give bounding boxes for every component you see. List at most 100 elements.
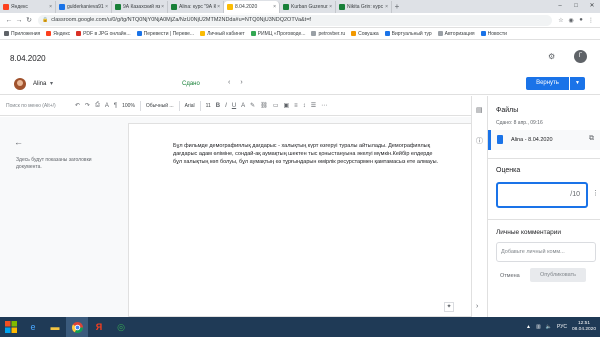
comment-icon[interactable]: ▭: [273, 102, 279, 109]
bookmark-label: Яндекс: [53, 30, 71, 37]
new-tab-button[interactable]: +: [392, 1, 402, 13]
back-icon[interactable]: ←: [4, 17, 14, 24]
files-rail-icon[interactable]: ▤: [476, 106, 483, 114]
font-select[interactable]: Arial: [185, 103, 195, 109]
attached-file[interactable]: Alina - 8.04.2020 ⧉: [488, 130, 600, 150]
menu-search-input[interactable]: Поиск по меню (Alt+/): [6, 103, 70, 109]
ie-icon[interactable]: e: [22, 317, 44, 337]
network-icon[interactable]: ▥: [536, 324, 541, 330]
undo-icon[interactable]: ↶: [75, 102, 80, 109]
browser-tab[interactable]: Alina: курс "9А Ка...×: [168, 1, 224, 13]
outline-back-icon[interactable]: ←: [14, 137, 23, 147]
bookmark-item[interactable]: Перевести | Переве...: [136, 31, 194, 37]
yandex-icon[interactable]: Я: [88, 317, 110, 337]
browser-tab[interactable]: Nikita Grin: курс ...×: [336, 1, 392, 13]
grade-more-icon[interactable]: ⋮: [592, 189, 599, 197]
tab-close-icon[interactable]: ×: [161, 4, 164, 10]
bookmark-item[interactable]: Приложения: [4, 31, 40, 37]
language-indicator[interactable]: РУС: [557, 324, 567, 330]
cancel-button[interactable]: Отмена: [500, 273, 520, 279]
expand-rail-icon[interactable]: ›: [476, 303, 478, 310]
info-rail-icon[interactable]: ⓘ: [476, 136, 483, 146]
url-text: classroom.google.com/u/0/g/tg/NTQ0NjY0Nj…: [51, 17, 311, 23]
extension-icon[interactable]: ◉: [566, 17, 576, 24]
browser-tab[interactable]: gulderkanieva91@...×: [56, 1, 112, 13]
style-select[interactable]: Обычный ...: [146, 103, 174, 109]
underline-icon[interactable]: U: [232, 103, 236, 109]
next-student-icon[interactable]: ›: [240, 79, 242, 86]
return-button[interactable]: Вернуть: [526, 77, 569, 90]
tab-close-icon[interactable]: ×: [273, 4, 276, 10]
taskbar: e ▬ Я ◎ ▲ ▥ 🔈 РУС 12:51 08.04.2020: [0, 317, 600, 337]
redo-icon[interactable]: ↷: [85, 102, 90, 109]
tab-close-icon[interactable]: ×: [329, 4, 332, 10]
url-input[interactable]: 🔒 classroom.google.com/u/0/g/tg/NTQ0NjY0…: [38, 14, 552, 26]
comment-input[interactable]: Добавьте личный комм...: [496, 242, 596, 262]
browser-tab[interactable]: Яндекс ×: [0, 1, 56, 13]
tray-arrow-icon[interactable]: ▲: [526, 324, 531, 330]
align-icon[interactable]: ≡: [294, 103, 298, 109]
bookmark-item[interactable]: РИМЦ «Проговоде...: [250, 31, 305, 37]
bookmark-item[interactable]: Совушка: [351, 31, 379, 37]
italic-icon[interactable]: I: [225, 103, 227, 109]
publish-button[interactable]: Опубликовать: [530, 268, 586, 282]
document-area: ← Здесь будут показаны заголовки докумен…: [0, 117, 478, 317]
window-controls: – □ ✕: [552, 0, 600, 13]
previous-student-icon[interactable]: ‹: [228, 79, 230, 86]
file-name[interactable]: Alina - 8.04.2020: [511, 137, 553, 143]
bookmark-item[interactable]: Яндекс: [46, 31, 70, 37]
browser-tab[interactable]: 9А Казахский язы...×: [112, 1, 168, 13]
explorer-icon[interactable]: ▬: [44, 317, 66, 337]
bookmark-item[interactable]: PDF в JPG онлайн...: [76, 31, 131, 37]
spellcheck-icon[interactable]: A: [105, 103, 109, 109]
list-icon[interactable]: ☰: [311, 102, 316, 109]
document-page[interactable]: Бұл фильмде демографиялық дағдарыс - хал…: [128, 123, 478, 317]
tab-favicon-icon: [59, 4, 65, 10]
tab-close-icon[interactable]: ×: [385, 4, 388, 10]
browser-tab[interactable]: 8.04.2020 ×: [224, 1, 280, 13]
line-spacing-icon[interactable]: ↕: [303, 103, 306, 109]
minimize-icon[interactable]: –: [552, 0, 568, 13]
bookmark-item[interactable]: Авторизация: [437, 31, 475, 37]
more-icon[interactable]: ⋯: [321, 102, 327, 109]
app-icon[interactable]: ◎: [110, 317, 132, 337]
forward-icon[interactable]: →: [14, 17, 24, 24]
close-window-icon[interactable]: ✕: [584, 0, 600, 13]
print-icon[interactable]: ⎙: [95, 102, 100, 109]
settings-icon[interactable]: ⚙: [548, 52, 555, 61]
bookmark-item[interactable]: Личный кабинет: [200, 31, 245, 37]
bookmark-item[interactable]: petrovber.ru: [311, 31, 345, 37]
paint-format-icon[interactable]: ¶: [114, 103, 117, 109]
open-in-new-icon[interactable]: ⧉: [589, 135, 594, 143]
star-icon[interactable]: ☆: [556, 17, 566, 24]
tab-close-icon[interactable]: ×: [49, 4, 52, 10]
reload-icon[interactable]: ↻: [24, 16, 34, 24]
browser-tab[interactable]: Kurban Guzenur... ×: [280, 1, 336, 13]
image-icon[interactable]: ▣: [284, 102, 290, 109]
tab-close-icon[interactable]: ×: [105, 4, 108, 10]
maximize-icon[interactable]: □: [568, 0, 584, 13]
menu-icon[interactable]: ⋮: [586, 17, 596, 24]
return-dropdown-icon[interactable]: ▼: [570, 77, 585, 90]
font-size-select[interactable]: 11: [206, 103, 211, 109]
profile-icon[interactable]: ●: [576, 17, 586, 23]
zoom-select[interactable]: 100%: [122, 103, 135, 109]
text-color-icon[interactable]: A: [241, 103, 245, 109]
document-body[interactable]: Бұл фильмде демографиялық дағдарыс - хал…: [173, 142, 439, 166]
highlight-icon[interactable]: ✎: [250, 102, 255, 109]
tab-close-icon[interactable]: ×: [217, 4, 220, 10]
bold-icon[interactable]: B: [216, 103, 220, 109]
grade-input[interactable]: /10: [496, 182, 588, 208]
volume-icon[interactable]: 🔈: [546, 324, 552, 330]
student-dropdown-icon[interactable]: ▾: [50, 80, 53, 87]
link-icon[interactable]: ⛓: [260, 102, 268, 109]
start-button[interactable]: [0, 317, 22, 337]
user-avatar[interactable]: Г: [574, 50, 587, 63]
chrome-icon[interactable]: [66, 317, 88, 337]
clock[interactable]: 12:51 08.04.2020: [572, 321, 596, 333]
bookmark-item[interactable]: Виртуальный тур: [384, 31, 432, 37]
bookmark-item[interactable]: Новости: [480, 31, 507, 37]
tab-label: 9А Казахский язы...: [123, 4, 160, 10]
explore-icon[interactable]: ✦: [444, 302, 454, 312]
student-bar: Alina ▾ Сдано ‹ › Вернуть ▼: [0, 73, 600, 95]
